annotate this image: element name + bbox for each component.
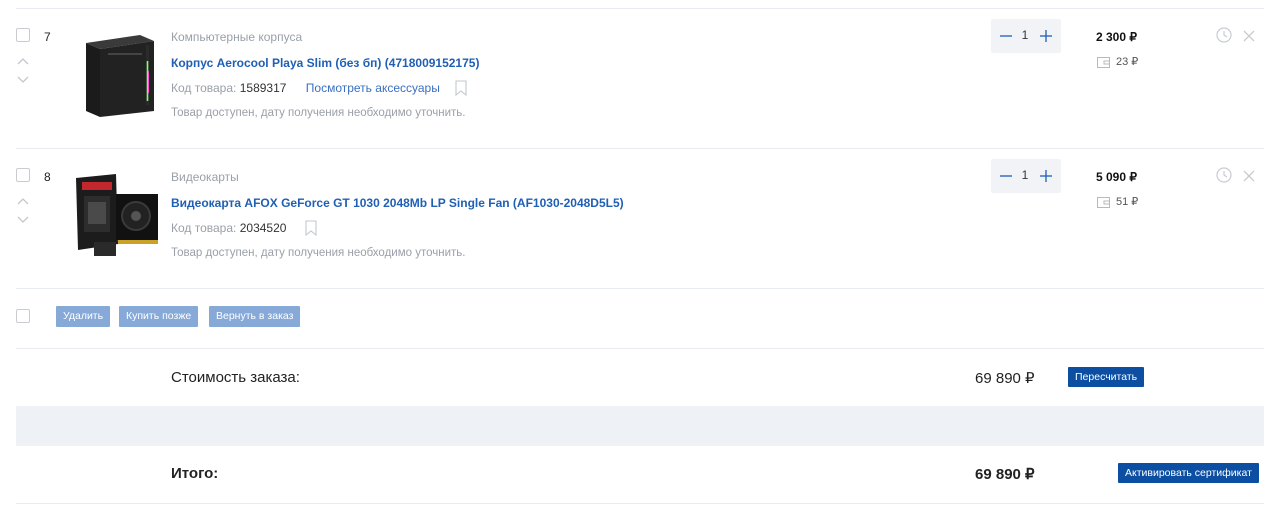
quantity-value[interactable]: 1	[1019, 168, 1031, 182]
order-cost-label: Стоимость заказа:	[171, 369, 300, 386]
select-all-checkbox[interactable]	[16, 309, 30, 323]
delete-button[interactable]: Удалить	[56, 306, 111, 327]
return-to-order-button[interactable]: Вернуть в заказ	[209, 306, 301, 327]
wallet-icon	[1097, 196, 1110, 208]
recalculate-button[interactable]: Пересчитать	[1068, 367, 1145, 387]
item-index: 7	[44, 30, 51, 44]
divider	[16, 503, 1264, 504]
product-image[interactable]	[80, 31, 160, 124]
product-image[interactable]	[72, 172, 162, 265]
wallet-icon	[1097, 56, 1110, 68]
item-price: 2 300 ₽	[1096, 30, 1137, 44]
total-value: 69 890 ₽	[975, 466, 1035, 483]
summary-band	[16, 406, 1264, 446]
item-bonus-value: 23 ₽	[1116, 56, 1139, 68]
item-title-link[interactable]: Видеокарта AFOX GeForce GT 1030 2048Mb L…	[171, 196, 624, 210]
item-code-value: 2034520	[239, 221, 287, 235]
chevron-up-icon[interactable]	[16, 197, 30, 207]
plus-icon[interactable]	[1038, 28, 1054, 44]
accessories-link[interactable]: Посмотреть аксессуары	[306, 81, 440, 95]
availability-text: Товар доступен, дату получения необходим…	[171, 247, 466, 259]
divider	[16, 288, 1264, 289]
item-bonus: 51 ₽	[1097, 195, 1138, 208]
quantity-stepper: 1	[991, 159, 1061, 193]
divider	[16, 8, 1264, 9]
chevron-down-icon[interactable]	[16, 74, 30, 84]
close-icon[interactable]	[1243, 169, 1255, 182]
total-label: Итого:	[171, 465, 219, 482]
bookmark-icon[interactable]	[455, 80, 467, 97]
activate-certificate-button[interactable]: Активировать сертификат	[1118, 463, 1259, 483]
item-code-value: 1589317	[239, 81, 287, 95]
chevron-down-icon[interactable]	[16, 214, 30, 224]
chevron-up-icon[interactable]	[16, 57, 30, 67]
item-code-label: Код товара:	[171, 81, 237, 95]
item-code: Код товара: 2034520	[171, 221, 286, 235]
item-code: Код товара: 1589317 Посмотреть аксессуар…	[171, 81, 440, 95]
buy-later-button[interactable]: Купить позже	[119, 306, 199, 327]
availability-text: Товар доступен, дату получения необходим…	[171, 107, 466, 119]
clock-icon[interactable]	[1216, 167, 1232, 183]
quantity-value[interactable]: 1	[1019, 28, 1031, 42]
clock-icon[interactable]	[1216, 27, 1232, 43]
order-cost-value: 69 890 ₽	[975, 370, 1035, 387]
item-bonus-value: 51 ₽	[1116, 196, 1139, 208]
item-index: 8	[44, 170, 51, 184]
item-category: Видеокарты	[171, 170, 239, 184]
item-checkbox[interactable]	[16, 168, 30, 182]
item-price: 5 090 ₽	[1096, 170, 1137, 184]
minus-icon[interactable]	[998, 28, 1014, 44]
item-title-link[interactable]: Корпус Aerocool Playa Slim (без бп) (471…	[171, 56, 479, 70]
plus-icon[interactable]	[1038, 168, 1054, 184]
divider	[16, 348, 1264, 349]
quantity-stepper: 1	[991, 19, 1061, 53]
item-code-label: Код товара:	[171, 221, 237, 235]
minus-icon[interactable]	[998, 168, 1014, 184]
item-category: Компьютерные корпуса	[171, 30, 303, 44]
divider	[16, 148, 1264, 149]
item-checkbox[interactable]	[16, 28, 30, 42]
bookmark-icon[interactable]	[305, 220, 317, 237]
close-icon[interactable]	[1243, 29, 1255, 42]
item-bonus: 23 ₽	[1097, 55, 1138, 68]
